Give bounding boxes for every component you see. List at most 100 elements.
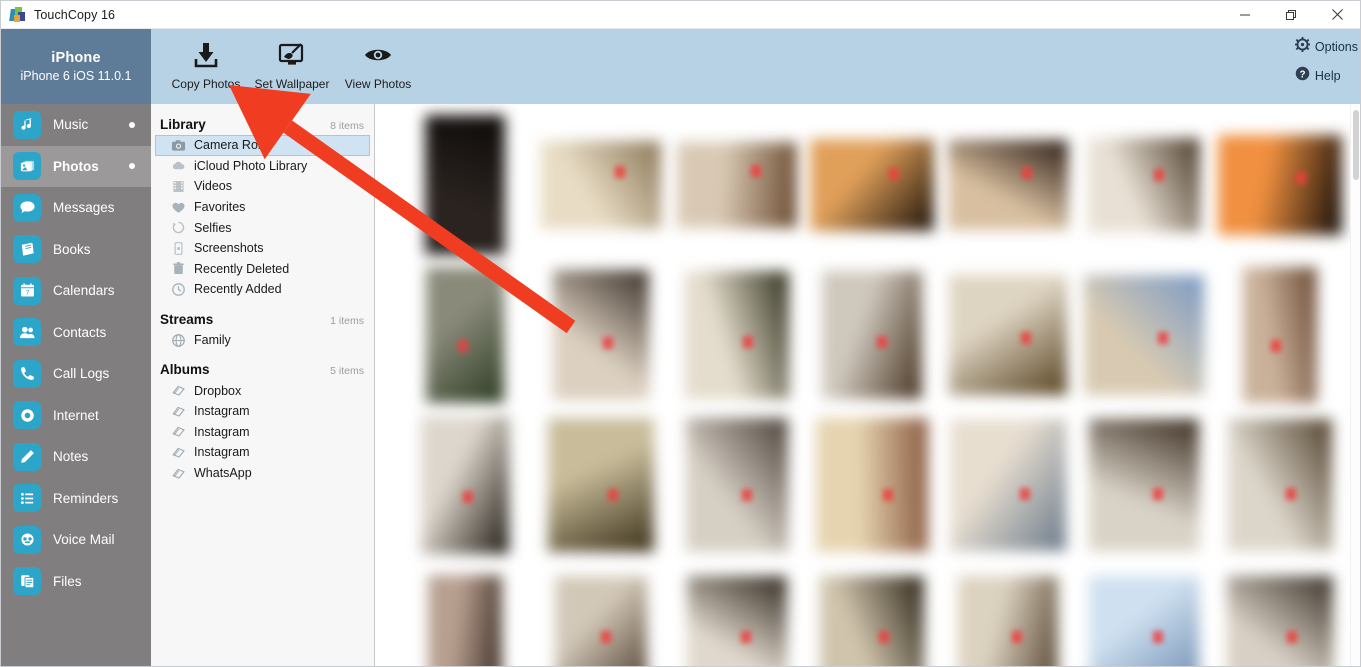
tree-item-recently-added[interactable]: Recently Added xyxy=(155,279,370,300)
restore-button[interactable] xyxy=(1268,1,1314,28)
photo-grid-scrollbar[interactable] xyxy=(1350,104,1360,666)
photo-thumbnail[interactable] xyxy=(397,110,533,260)
library-tree-panel: Library 8 items Camera Roll iCloud Photo… xyxy=(151,104,375,666)
photo-thumbnail[interactable] xyxy=(533,560,669,666)
photo-grid-panel[interactable] xyxy=(375,104,1360,666)
sidebar-label: Voice Mail xyxy=(53,532,115,548)
photo-thumbnail[interactable] xyxy=(1212,410,1348,560)
sidebar-item-photos[interactable]: Photos xyxy=(1,145,151,187)
close-button[interactable] xyxy=(1314,1,1360,28)
photo-thumbnail[interactable] xyxy=(805,410,941,560)
clock-icon xyxy=(170,281,186,297)
view-photos-button[interactable]: View Photos xyxy=(335,29,421,91)
tree-item-label: WhatsApp xyxy=(194,466,252,481)
sidebar-item-books[interactable]: Books xyxy=(1,229,151,271)
photo-thumbnail[interactable] xyxy=(805,260,941,410)
tree-item-instagram-3[interactable]: Instagram xyxy=(155,442,370,463)
sidebar-item-voice-mail[interactable]: Voice Mail xyxy=(1,519,151,561)
thumbnail-image xyxy=(1218,135,1343,235)
sidebar-item-internet[interactable]: Internet xyxy=(1,395,151,437)
sidebar-item-reminders[interactable]: Reminders xyxy=(1,478,151,520)
photo-thumbnail[interactable] xyxy=(533,110,669,260)
thumbnail-image xyxy=(810,139,935,231)
help-button[interactable]: ? Help xyxy=(1295,66,1343,86)
thumbnail-marker xyxy=(1022,167,1033,179)
photo-thumbnail[interactable] xyxy=(533,260,669,410)
photo-thumbnail[interactable] xyxy=(940,410,1076,560)
photo-thumbnail[interactable] xyxy=(1076,560,1212,666)
thumbnail-image xyxy=(820,576,925,666)
photo-thumbnail[interactable] xyxy=(940,260,1076,410)
options-button[interactable]: Options xyxy=(1294,37,1360,57)
sidebar-label: Books xyxy=(53,241,91,257)
tree-item-label: Selfies xyxy=(194,220,232,235)
voicemail-icon xyxy=(13,525,41,554)
tree-item-icloud-photo-library[interactable]: iCloud Photo Library xyxy=(155,156,370,177)
tree-item-label: Instagram xyxy=(194,445,250,460)
scrollbar-thumb[interactable] xyxy=(1353,110,1359,180)
thumbnail-marker xyxy=(600,631,611,643)
device-info-panel[interactable]: iPhone iPhone 6 iOS 11.0.1 xyxy=(1,29,151,104)
thumbnail-image xyxy=(958,576,1059,666)
set-wallpaper-button[interactable]: Set Wallpaper xyxy=(249,29,335,91)
svg-text:7: 7 xyxy=(25,290,29,297)
tree-item-camera-roll[interactable]: Camera Roll xyxy=(155,135,370,156)
photo-thumbnail[interactable] xyxy=(397,260,533,410)
photo-thumbnail-grid[interactable] xyxy=(397,110,1348,666)
photo-thumbnail[interactable] xyxy=(669,260,805,410)
copy-photos-button[interactable]: Copy Photos xyxy=(163,29,249,91)
sidebar-item-files[interactable]: Files xyxy=(1,561,151,603)
sidebar-item-calendars[interactable]: 7 Calendars xyxy=(1,270,151,312)
photo-thumbnail[interactable] xyxy=(1212,260,1348,410)
group-name: Streams xyxy=(160,311,214,327)
tree-item-selfies[interactable]: Selfies xyxy=(155,217,370,238)
tree-item-instagram-1[interactable]: Instagram xyxy=(155,401,370,422)
tree-item-screenshots[interactable]: Screenshots xyxy=(155,238,370,259)
photo-thumbnail[interactable] xyxy=(397,410,533,560)
sidebar-item-music[interactable]: Music xyxy=(1,104,151,146)
sidebar: Music Photos Messages Books 7 Calendars … xyxy=(1,104,151,666)
photo-thumbnail[interactable] xyxy=(1076,110,1212,260)
tree-item-label: Screenshots xyxy=(194,241,264,256)
thumbnail-image xyxy=(950,419,1067,551)
photo-thumbnail[interactable] xyxy=(1212,110,1348,260)
photo-thumbnail[interactable] xyxy=(533,410,669,560)
tree-item-instagram-2[interactable]: Instagram xyxy=(155,422,370,443)
film-icon xyxy=(170,178,186,194)
album-icon xyxy=(170,424,186,440)
sidebar-item-contacts[interactable]: Contacts xyxy=(1,312,151,354)
photo-thumbnail[interactable] xyxy=(397,560,533,666)
tree-item-label: Recently Deleted xyxy=(194,261,290,276)
tree-item-favorites[interactable]: Favorites xyxy=(155,197,370,218)
photo-thumbnail[interactable] xyxy=(1076,260,1212,410)
tree-item-label: Camera Roll xyxy=(194,138,264,153)
sidebar-item-call-logs[interactable]: Call Logs xyxy=(1,353,151,395)
sidebar-item-messages[interactable]: Messages xyxy=(1,187,151,229)
photo-thumbnail[interactable] xyxy=(1212,560,1348,666)
photo-thumbnail[interactable] xyxy=(669,110,805,260)
header-strip: iPhone iPhone 6 iOS 11.0.1 Copy Photos S… xyxy=(1,29,1360,104)
photo-thumbnail[interactable] xyxy=(669,410,805,560)
touchcopy-logo-icon xyxy=(9,6,26,23)
thumbnail-marker xyxy=(882,489,893,501)
thumbnail-image xyxy=(540,141,661,229)
eye-icon xyxy=(363,37,393,73)
photo-thumbnail[interactable] xyxy=(940,110,1076,260)
photo-thumbnail[interactable] xyxy=(1076,410,1212,560)
tree-item-recently-deleted[interactable]: Recently Deleted xyxy=(155,259,370,280)
thumbnail-image xyxy=(427,575,502,666)
files-icon xyxy=(13,567,41,596)
photo-thumbnail[interactable] xyxy=(805,110,941,260)
tree-item-family[interactable]: Family xyxy=(155,330,370,351)
tree-item-videos[interactable]: Videos xyxy=(155,176,370,197)
photo-thumbnail[interactable] xyxy=(669,560,805,666)
tree-item-whatsapp[interactable]: WhatsApp xyxy=(155,463,370,484)
minimize-button[interactable] xyxy=(1222,1,1268,28)
group-count: 1 items xyxy=(330,314,364,327)
tree-item-dropbox[interactable]: Dropbox xyxy=(155,380,370,401)
photo-thumbnail[interactable] xyxy=(940,560,1076,666)
photo-thumbnail[interactable] xyxy=(805,560,941,666)
group-count: 8 items xyxy=(330,120,364,132)
thumbnail-marker xyxy=(888,168,899,180)
sidebar-item-notes[interactable]: Notes xyxy=(1,436,151,478)
